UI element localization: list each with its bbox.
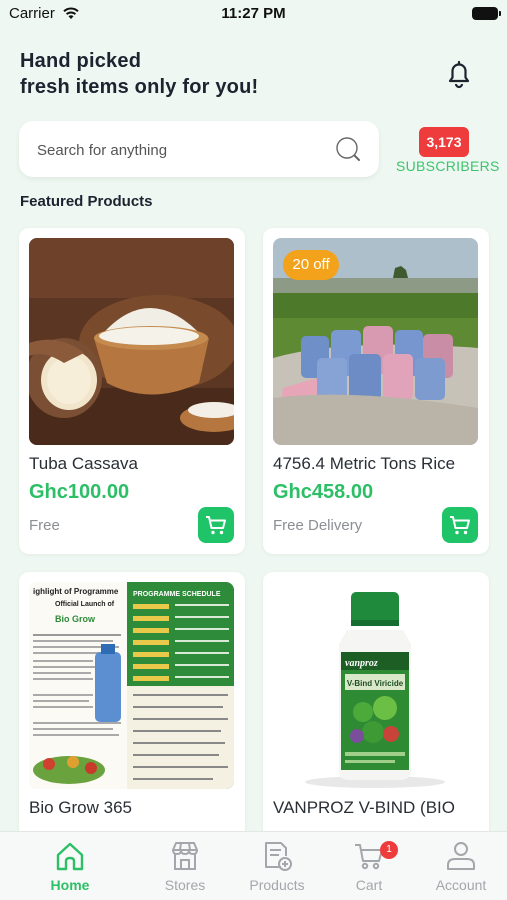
tab-home[interactable]: Home xyxy=(24,832,116,900)
poster-subtitle-left: Official Launch of xyxy=(55,601,115,608)
product-price: Ghc458.00 xyxy=(273,481,374,503)
cart-icon xyxy=(450,516,470,535)
product-name[interactable]: Tuba Cassava xyxy=(29,454,138,474)
tab-stores-label: Stores xyxy=(164,877,206,893)
page-headline: Hand picked fresh items only for you! xyxy=(20,48,400,100)
headline-line-1: Hand picked xyxy=(20,50,142,72)
tab-cart-label: Cart xyxy=(355,877,383,893)
poster-title-left: ighlight of Programme xyxy=(33,587,119,596)
product-shipping: Free Delivery xyxy=(273,517,363,534)
tab-account[interactable]: Account xyxy=(415,832,507,900)
clock: 11:27 PM xyxy=(221,5,286,22)
search-input[interactable] xyxy=(37,139,327,161)
product-card-bio-grow[interactable]: ighlight of Programme Official Launch of… xyxy=(19,572,245,842)
battery-icon xyxy=(472,7,501,20)
tab-products[interactable]: Products xyxy=(231,832,323,900)
product-name[interactable]: VANPROZ V-BIND (BIO xyxy=(273,798,455,818)
bottle-brand: vanproz xyxy=(345,658,378,669)
bottle-label: V-Bind Viricide xyxy=(347,679,404,688)
products-icon xyxy=(265,842,292,871)
search-icon[interactable] xyxy=(334,135,364,165)
notification-bell-icon[interactable] xyxy=(444,58,474,90)
tab-account-label: Account xyxy=(435,877,487,893)
product-image-bio-grow-poster[interactable]: ighlight of Programme Official Launch of… xyxy=(29,582,234,789)
featured-products-title: Featured Products xyxy=(20,193,153,210)
product-name[interactable]: Bio Grow 365 xyxy=(29,798,132,818)
poster-title-right: PROGRAMME SCHEDULE xyxy=(133,591,221,598)
product-image-cassava[interactable] xyxy=(29,238,234,445)
tab-products-label: Products xyxy=(249,877,305,893)
poster-brand: Bio Grow xyxy=(55,614,96,624)
product-price: Ghc100.00 xyxy=(29,481,130,503)
cart-icon xyxy=(206,516,226,535)
bottom-tab-bar: Home Stores Products 1 Cart Account xyxy=(0,831,507,900)
add-to-cart-button[interactable] xyxy=(442,507,478,543)
headline-line-2: fresh items only for you! xyxy=(20,76,259,98)
product-card-vanproz[interactable]: vanproz V-Bind Viricide VANPROZ V-BIND (… xyxy=(263,572,489,842)
home-icon xyxy=(56,842,84,871)
cart-count-badge: 1 xyxy=(380,841,398,859)
discount-badge: 20 off xyxy=(283,250,339,280)
tab-cart[interactable]: 1 Cart xyxy=(323,832,415,900)
tab-home-label: Home xyxy=(50,877,90,893)
product-card-rice[interactable]: 20 off 4756.4 Metric Tons Rice Ghc458.00… xyxy=(263,228,489,554)
account-icon xyxy=(447,842,475,870)
subscribers-label[interactable]: SUBSCRIBERS xyxy=(396,158,499,174)
store-icon xyxy=(172,842,198,870)
search-box xyxy=(19,121,379,177)
product-name[interactable]: 4756.4 Metric Tons Rice xyxy=(273,454,455,474)
tab-stores[interactable]: Stores xyxy=(139,832,231,900)
product-image-rice[interactable]: 20 off xyxy=(273,238,478,445)
add-to-cart-button[interactable] xyxy=(198,507,234,543)
subscriber-count-badge[interactable]: 3,173 xyxy=(419,127,469,157)
product-image-vanproz-bottle[interactable]: vanproz V-Bind Viricide xyxy=(273,582,478,789)
status-bar: Carrier 11:27 PM xyxy=(0,0,507,28)
product-shipping: Free xyxy=(29,517,60,534)
product-card-tuba-cassava[interactable]: Tuba Cassava Ghc100.00 Free xyxy=(19,228,245,554)
